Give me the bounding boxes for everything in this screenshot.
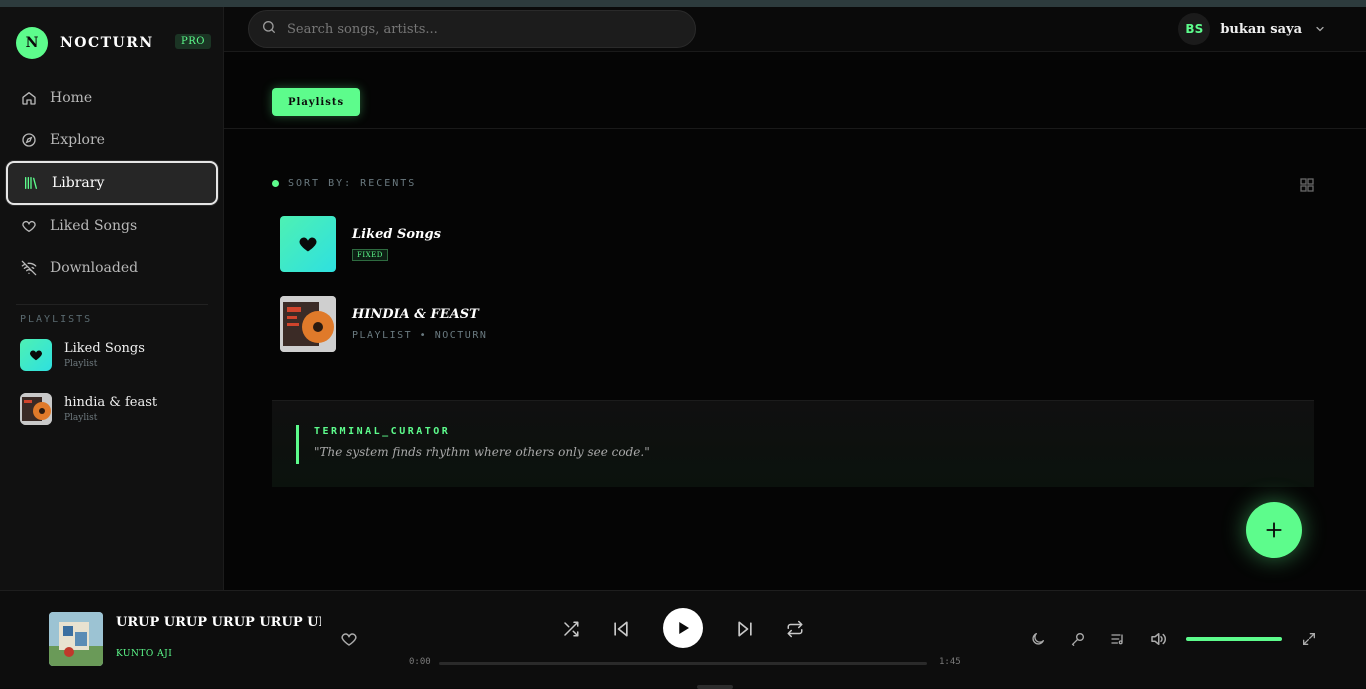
- user-menu[interactable]: BS bukan saya: [1178, 13, 1326, 45]
- sidebar-item-label: Liked Songs: [50, 218, 138, 234]
- sort-label: SORT BY: RECENTS: [288, 178, 417, 189]
- expand-icon: [1303, 633, 1315, 645]
- microphone-icon: [1071, 633, 1084, 646]
- fullscreen-button[interactable]: [1300, 630, 1318, 648]
- sidebar-nav: Home Explore Library Liked Songs Downloa…: [6, 77, 218, 289]
- sidebar-item-label: Library: [52, 175, 105, 191]
- now-playing-art: [49, 612, 103, 666]
- playlist-subtitle: Playlist: [64, 359, 98, 369]
- brand-name: NOCTURN: [60, 35, 154, 51]
- current-time: 0:00: [409, 657, 431, 667]
- heart-icon: [341, 633, 357, 646]
- library-item-title: Liked Songs: [352, 227, 441, 242]
- sidebar-item-liked-songs[interactable]: Liked Songs: [6, 205, 218, 247]
- play-button[interactable]: [663, 608, 703, 648]
- grid-view-button[interactable]: [1300, 177, 1314, 196]
- total-time: 1:45: [939, 657, 961, 667]
- like-button[interactable]: [340, 630, 358, 652]
- sidebar-item-explore[interactable]: Explore: [6, 119, 218, 161]
- tab-playlists[interactable]: Playlists: [272, 88, 361, 116]
- volume-icon: [1151, 633, 1166, 645]
- volume-button[interactable]: [1149, 630, 1167, 648]
- sleep-timer-button[interactable]: [1029, 630, 1047, 648]
- play-icon: [679, 622, 689, 634]
- status-dot: [272, 180, 279, 187]
- progress-bar[interactable]: [439, 662, 927, 665]
- shuffle-button[interactable]: [559, 617, 583, 641]
- player-bar: URUP URUP URUP URUP URUP URUP KUNTO AJI …: [0, 590, 1366, 689]
- sidebar-item-downloaded[interactable]: Downloaded: [6, 247, 218, 289]
- user-name: bukan saya: [1220, 21, 1302, 37]
- repeat-icon: [787, 620, 803, 638]
- library-icon: [22, 174, 40, 192]
- album-art: [280, 296, 336, 352]
- sidebar-item-library[interactable]: Library: [6, 161, 218, 205]
- wifi-off-icon: [20, 259, 38, 277]
- heart-icon: [20, 339, 52, 371]
- sidebar-playlist-hindia-feast[interactable]: hindia & feast Playlist: [20, 393, 157, 425]
- chevron-down-icon: [1314, 20, 1326, 39]
- grid-icon: [1300, 178, 1314, 192]
- heart-icon: [280, 216, 336, 272]
- curator-label: TERMINAL_CURATOR: [314, 426, 451, 437]
- lyrics-button[interactable]: [1069, 630, 1087, 648]
- sidebar-item-label: Explore: [50, 132, 105, 148]
- playlists-header: PLAYLISTS: [20, 314, 93, 325]
- plus-icon: [1266, 522, 1282, 538]
- shuffle-icon: [564, 621, 579, 637]
- add-playlist-button[interactable]: [1246, 502, 1302, 558]
- next-button[interactable]: [733, 617, 757, 641]
- resize-handle[interactable]: [697, 685, 733, 689]
- top-header: BS bukan saya: [224, 7, 1366, 52]
- fixed-badge: FIXED: [352, 249, 388, 261]
- sidebar-item-label: Home: [50, 90, 93, 106]
- library-item-hindia-feast[interactable]: HINDIA & FEAST PLAYLIST • NOCTURN: [280, 296, 487, 352]
- heart-icon: [20, 217, 38, 235]
- search-bar[interactable]: [248, 10, 696, 48]
- playlist-title: Liked Songs: [64, 341, 145, 356]
- now-playing-artist[interactable]: KUNTO AJI: [116, 649, 172, 659]
- sidebar-item-label: Downloaded: [50, 260, 139, 276]
- repeat-button[interactable]: [783, 617, 807, 641]
- playlist-title: hindia & feast: [64, 395, 158, 410]
- curator-quote: "The system finds rhythm where others on…: [314, 445, 650, 459]
- skip-back-icon: [614, 621, 628, 637]
- search-icon: [261, 19, 277, 39]
- accent-bar: [296, 425, 299, 464]
- playlist-subtitle: Playlist: [64, 413, 98, 423]
- home-icon: [20, 89, 38, 107]
- curator-card: TERMINAL_CURATOR "The system finds rhyth…: [272, 400, 1314, 487]
- sort-control[interactable]: SORT BY: RECENTS: [272, 178, 416, 189]
- skip-forward-icon: [738, 621, 752, 637]
- library-item-liked-songs[interactable]: Liked Songs FIXED: [280, 216, 441, 272]
- sidebar-item-home[interactable]: Home: [6, 77, 218, 119]
- volume-slider[interactable]: [1186, 637, 1282, 641]
- sidebar: N NOCTURN PRO Home Explore Library Liked…: [0, 7, 224, 590]
- sidebar-playlist-liked-songs[interactable]: Liked Songs Playlist: [20, 339, 145, 371]
- main-content: Playlists SORT BY: RECENTS Liked Songs F…: [224, 52, 1366, 590]
- logo-icon: N: [16, 27, 48, 59]
- previous-button[interactable]: [609, 617, 633, 641]
- search-input[interactable]: [287, 21, 667, 37]
- now-playing-title: URUP URUP URUP URUP URUP URUP: [116, 615, 321, 630]
- library-item-subtitle: PLAYLIST • NOCTURN: [352, 330, 488, 341]
- library-item-title: HINDIA & FEAST: [352, 307, 479, 322]
- album-art: [20, 393, 52, 425]
- volume-fill: [1186, 637, 1282, 641]
- tab-bar: Playlists: [224, 52, 1366, 129]
- moon-icon: [1032, 633, 1044, 645]
- queue-button[interactable]: [1109, 630, 1127, 648]
- sidebar-divider: [16, 304, 208, 305]
- pro-badge: PRO: [175, 34, 211, 49]
- queue-icon: [1111, 634, 1123, 645]
- avatar: BS: [1178, 13, 1211, 45]
- window-top-strip: [0, 0, 1366, 7]
- brand[interactable]: N NOCTURN: [16, 27, 154, 59]
- compass-icon: [20, 131, 38, 149]
